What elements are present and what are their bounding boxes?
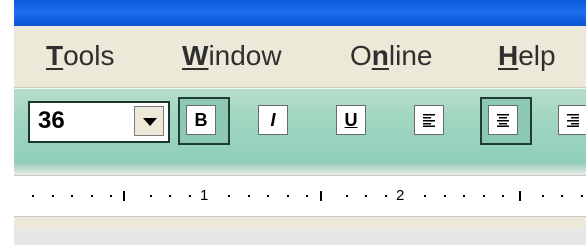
ruler-minor-tick bbox=[248, 195, 250, 197]
ruler-major-tick bbox=[320, 191, 322, 201]
ruler-label-2: 2 bbox=[396, 187, 405, 204]
ruler-minor-tick bbox=[385, 195, 387, 197]
format-toolbar: 36 B I U bbox=[14, 88, 586, 164]
italic-toggle-group[interactable]: I bbox=[250, 97, 302, 145]
ruler-minor-tick bbox=[169, 195, 171, 197]
ruler-minor-tick bbox=[502, 195, 504, 197]
italic-button[interactable]: I bbox=[258, 105, 288, 135]
chevron-down-icon[interactable] bbox=[134, 106, 164, 136]
menu-help[interactable]: Help bbox=[498, 40, 556, 72]
underline-button[interactable]: U bbox=[336, 105, 366, 135]
ruler: 1 2 bbox=[14, 175, 586, 217]
ruler-minor-tick bbox=[581, 195, 583, 197]
align-center-button[interactable] bbox=[488, 105, 518, 135]
font-size-dropdown[interactable]: 36 bbox=[28, 101, 170, 143]
ruler-minor-tick bbox=[32, 195, 34, 197]
menu-tools[interactable]: Tools bbox=[46, 40, 114, 72]
align-left-icon bbox=[423, 114, 435, 127]
window-left-frame bbox=[0, 0, 14, 245]
ruler-major-tick bbox=[123, 191, 125, 201]
menu-help-mnemonic: H bbox=[498, 40, 519, 71]
title-bar bbox=[14, 0, 586, 26]
menu-online-label: line bbox=[388, 40, 433, 71]
bold-button[interactable]: B bbox=[186, 105, 216, 135]
ruler-minor-tick bbox=[444, 195, 446, 197]
align-center-icon bbox=[497, 114, 509, 127]
document-area bbox=[14, 229, 586, 245]
menu-tools-label: ools bbox=[63, 40, 115, 71]
menu-window-mnemonic: W bbox=[182, 40, 209, 71]
ruler-major-tick bbox=[519, 191, 521, 201]
ruler-minor-tick bbox=[561, 195, 563, 197]
menu-online-prefix: O bbox=[350, 40, 372, 71]
ruler-minor-tick bbox=[91, 195, 93, 197]
ruler-minor-tick bbox=[306, 195, 308, 197]
toolbar-separator bbox=[14, 163, 586, 175]
align-right-group[interactable] bbox=[550, 97, 586, 145]
ruler-minor-tick bbox=[228, 195, 230, 197]
ruler-minor-tick bbox=[483, 195, 485, 197]
ruler-label-1: 1 bbox=[200, 187, 209, 204]
bold-toggle-group[interactable]: B bbox=[178, 97, 230, 145]
ruler-minor-tick bbox=[189, 195, 191, 197]
ruler-minor-tick bbox=[150, 195, 152, 197]
underline-toggle-group[interactable]: U bbox=[328, 97, 380, 145]
ruler-minor-tick bbox=[365, 195, 367, 197]
ruler-minor-tick bbox=[52, 195, 54, 197]
align-right-button[interactable] bbox=[558, 105, 586, 135]
ruler-minor-tick bbox=[71, 195, 73, 197]
menu-online[interactable]: Online bbox=[350, 40, 432, 72]
align-right-icon bbox=[567, 114, 579, 127]
ruler-minor-tick bbox=[287, 195, 289, 197]
font-size-value: 36 bbox=[38, 107, 65, 134]
menu-window-label: indow bbox=[208, 40, 282, 71]
ruler-minor-tick bbox=[346, 195, 348, 197]
ruler-minor-tick bbox=[110, 195, 112, 197]
ruler-minor-tick bbox=[267, 195, 269, 197]
menu-bar: Tools Window Online Help bbox=[14, 26, 586, 88]
menu-tools-mnemonic: T bbox=[46, 40, 64, 71]
menu-help-label: elp bbox=[518, 40, 556, 71]
ruler-minor-tick bbox=[424, 195, 426, 197]
ruler-minor-tick bbox=[463, 195, 465, 197]
align-left-group[interactable] bbox=[406, 97, 458, 145]
menu-online-mnemonic: n bbox=[371, 40, 389, 71]
align-left-button[interactable] bbox=[414, 105, 444, 135]
menu-window[interactable]: Window bbox=[182, 40, 282, 72]
align-center-group[interactable] bbox=[480, 97, 532, 145]
ruler-minor-tick bbox=[542, 195, 544, 197]
